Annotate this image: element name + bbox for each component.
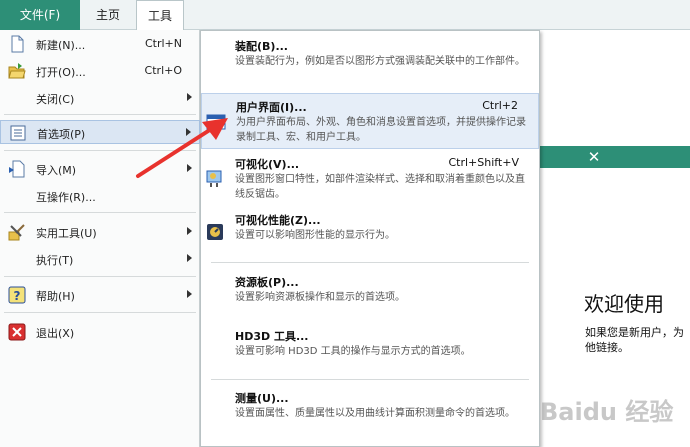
new-document-icon — [11, 35, 24, 53]
menu-separator — [4, 276, 196, 277]
submenu-item-visualization[interactable]: 可视化(V)... Ctrl+Shift+V 设置图形窗口特性，如部件渲染样式、… — [201, 151, 539, 207]
tab-file[interactable]: 文件(F) — [0, 0, 80, 30]
welcome-text-line: 他链接。 — [585, 341, 629, 354]
menu-item-shortcut: Ctrl+N — [144, 37, 182, 50]
menu-item-open[interactable]: 打开(O)... Ctrl+O — [0, 59, 200, 83]
menu-item-exit[interactable]: 退出(X) — [0, 320, 200, 344]
submenu-item-hd3d-tools[interactable]: HD3D 工具... 设置可影响 HD3D 工具的操作与显示方式的首选项。 — [201, 323, 539, 365]
menu-item-new[interactable]: 新建(N)... Ctrl+N — [0, 32, 200, 56]
menu-item-utilities[interactable]: 实用工具(U) — [0, 220, 200, 244]
submenu-item-title: 资源板(P)... — [235, 276, 299, 289]
submenu-item-title: 用户界面(I)... — [236, 101, 307, 114]
submenu-item-shortcut: Ctrl+Shift+V — [448, 156, 519, 169]
submenu-item-description: 设置影响资源板操作和显示的首选项。 — [235, 292, 405, 303]
submenu-separator — [211, 379, 529, 380]
tab-home[interactable]: 主页 — [84, 0, 132, 30]
submenu-item-user-interface[interactable]: 用户界面(I)... Ctrl+2 为用户界面布局、外观、角色和消息设置首选项，… — [201, 93, 539, 149]
utilities-icon — [8, 224, 25, 241]
submenu-item-shortcut: Ctrl+2 — [482, 99, 518, 112]
background-banner — [540, 146, 690, 168]
exit-icon — [8, 323, 26, 341]
menu-item-label: 新建(N)... — [36, 39, 86, 52]
submenu-item-title: HD3D 工具... — [235, 330, 309, 343]
menu-item-help[interactable]: ? 帮助(H) — [0, 283, 200, 307]
tab-tools[interactable]: 工具 — [136, 0, 184, 31]
welcome-title: 欢迎使用 — [584, 292, 664, 316]
menu-item-label: 打开(O)... — [36, 66, 86, 79]
submenu-arrow-icon — [187, 93, 192, 101]
submenu-separator — [211, 262, 529, 263]
help-icon: ? — [8, 286, 26, 304]
baidu-watermark: Baidu 经验 — [540, 398, 674, 426]
submenu-item-title: 可视化性能(Z)... — [235, 214, 321, 227]
submenu-item-visualization-performance[interactable]: 可视化性能(Z)... 设置可以影响图形性能的显示行为。 — [201, 207, 539, 249]
preferences-icon — [10, 125, 26, 141]
preferences-submenu: 装配(B)... 设置装配行为，例如是否以图形方式强调装配关联中的工作部件。 用… — [200, 30, 540, 447]
open-folder-icon — [8, 63, 26, 79]
file-menu: 新建(N)... Ctrl+N 打开(O)... Ctrl+O 关闭(C) 首选… — [0, 30, 200, 447]
import-icon — [9, 160, 25, 178]
submenu-item-measure[interactable]: 测量(U)... 设置面属性、质量属性以及用曲线计算面积测量命令的首选项。 — [201, 385, 539, 441]
submenu-arrow-icon — [187, 254, 192, 262]
submenu-item-description: 设置可以影响图形性能的显示行为。 — [235, 230, 395, 241]
submenu-item-title: 测量(U)... — [235, 392, 289, 405]
submenu-item-resource-bar[interactable]: 资源板(P)... 设置影响资源板操作和显示的首选项。 — [201, 269, 539, 311]
background-workspace — [540, 30, 690, 447]
submenu-arrow-icon — [187, 290, 192, 298]
menu-item-execute[interactable]: 执行(T) — [0, 247, 200, 271]
submenu-arrow-icon — [187, 227, 192, 235]
menu-item-label: 退出(X) — [36, 327, 75, 340]
menu-item-label: 实用工具(U) — [36, 227, 97, 240]
performance-icon — [207, 224, 223, 240]
menu-separator — [4, 212, 196, 213]
ribbon-tab-bar: 文件(F) 主页 工具 — [0, 0, 690, 31]
menu-separator — [4, 312, 196, 313]
menu-item-label: 互操作(R)... — [36, 191, 96, 204]
menu-item-label: 执行(T) — [36, 254, 74, 267]
menu-item-label: 关闭(C) — [36, 93, 75, 106]
menu-item-label: 导入(M) — [36, 164, 77, 177]
submenu-item-assembly[interactable]: 装配(B)... 设置装配行为，例如是否以图形方式强调装配关联中的工作部件。 — [201, 33, 539, 87]
submenu-item-description: 设置装配行为，例如是否以图形方式强调装配关联中的工作部件。 — [235, 56, 525, 67]
close-icon[interactable]: ✕ — [582, 146, 606, 168]
annotation-arrow-icon — [136, 118, 228, 178]
submenu-item-title: 装配(B)... — [235, 40, 288, 53]
svg-text:?: ? — [14, 289, 21, 303]
menu-item-label: 首选项(P) — [37, 128, 86, 141]
menu-item-close[interactable]: 关闭(C) — [0, 86, 200, 110]
submenu-item-description: 设置面属性、质量属性以及用曲线计算面积测量命令的首选项。 — [235, 408, 515, 419]
submenu-item-description: 设置图形窗口特性，如部件渲染样式、选择和取消着重颜色以及直线反锯齿。 — [235, 174, 525, 200]
welcome-text-line: 如果您是新用户，为 — [585, 326, 684, 339]
submenu-item-description: 设置可影响 HD3D 工具的操作与显示方式的首选项。 — [235, 346, 471, 357]
submenu-item-description: 为用户界面布局、外观、角色和消息设置首选项，并提供操作记录录制工具、宏、和用户工… — [236, 117, 526, 143]
menu-item-shortcut: Ctrl+O — [144, 64, 182, 77]
submenu-item-title: 可视化(V)... — [235, 158, 300, 171]
menu-item-label: 帮助(H) — [36, 290, 75, 303]
